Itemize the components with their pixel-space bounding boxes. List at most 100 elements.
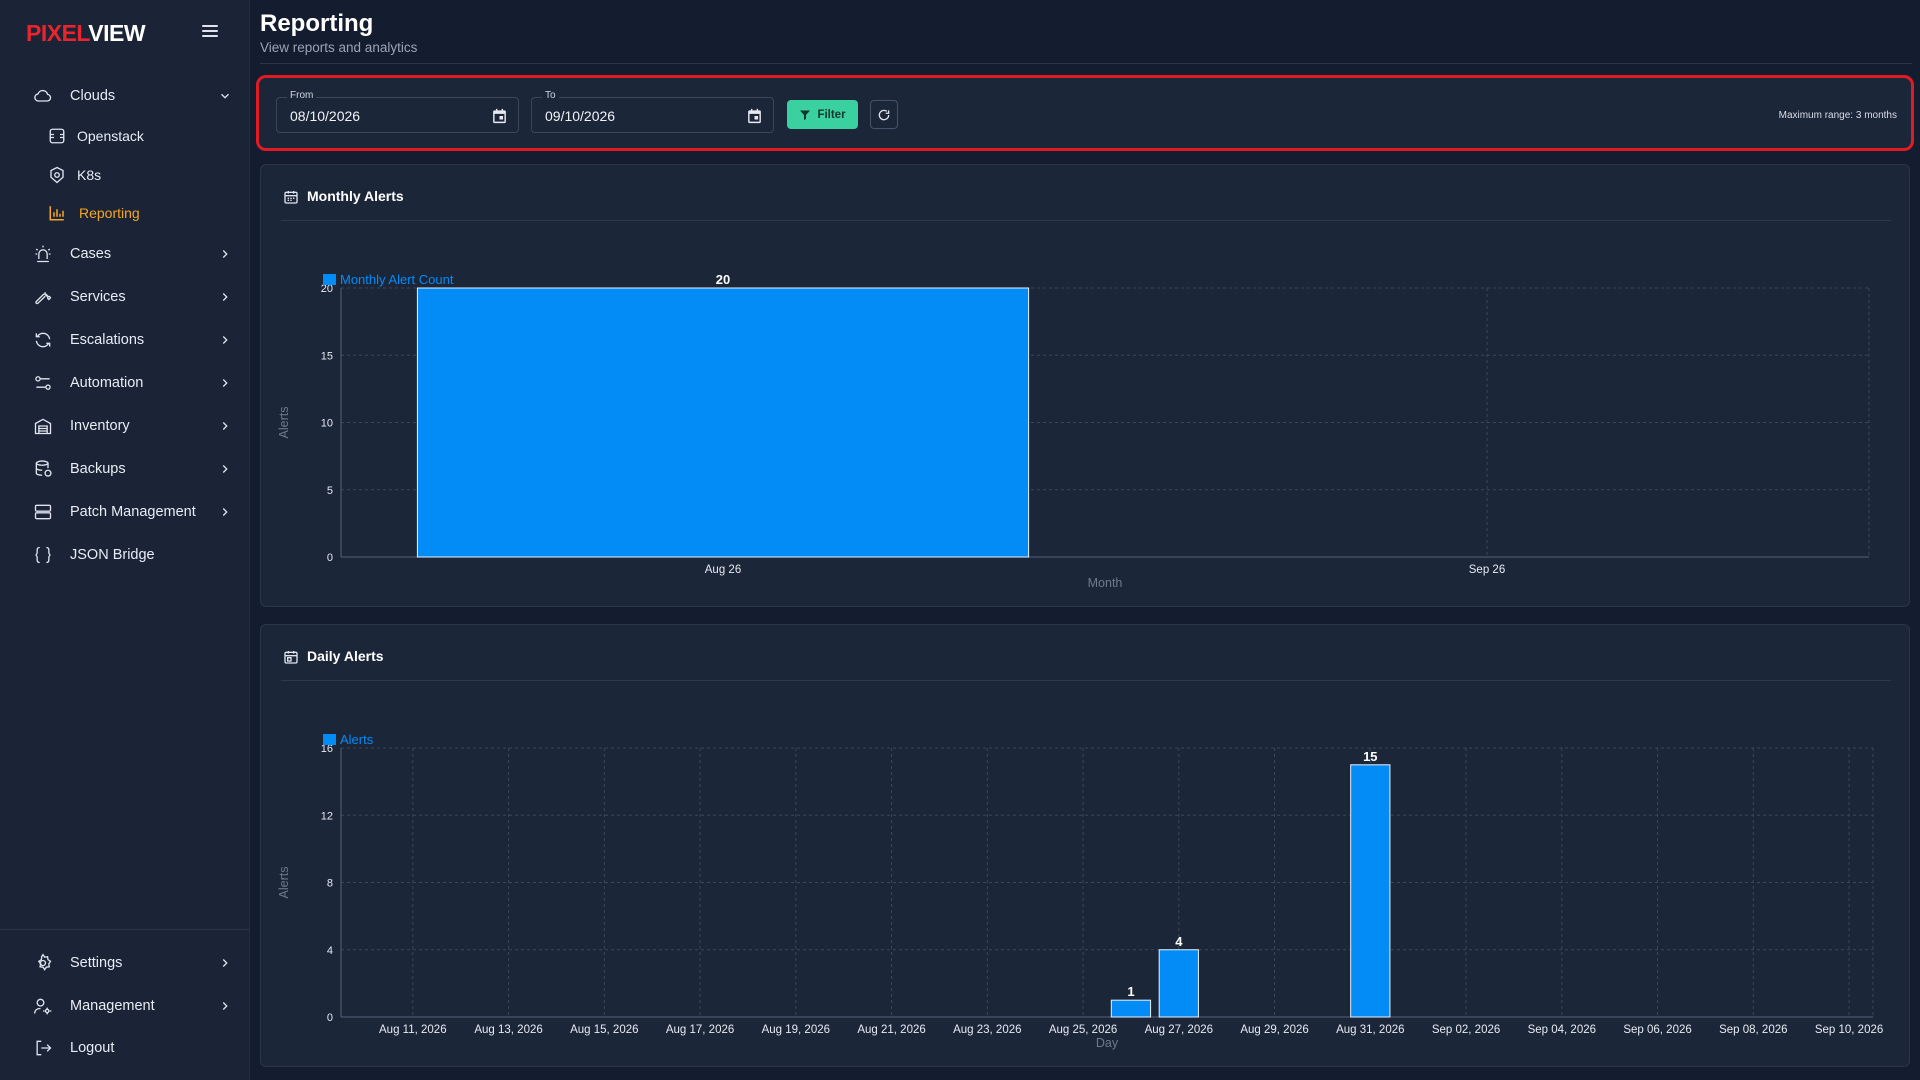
sidebar-item-inventory[interactable]: Inventory [0,406,250,446]
x-tick-label: Aug 11, 2026 [379,1024,447,1036]
sidebar-item-label: Inventory [70,418,130,434]
chevron-right-icon [222,336,228,344]
data-label: 15 [1363,749,1377,764]
x-tick-label: Aug 15, 2026 [570,1024,638,1036]
x-tick-label: Sep 26 [1469,564,1505,576]
sidebar-item-backups[interactable]: Backups [0,449,250,489]
data-label: 4 [1175,934,1183,949]
daily-alerts-card: Daily Alerts 0 4 8 12 16 Aug 11, 2026 Aug 13, … [260,624,1910,1067]
wrench-icon [35,292,52,305]
sidebar-item-clouds[interactable]: Clouds [0,76,250,116]
sidebar-item-label: Escalations [70,332,145,348]
from-date-field[interactable]: From 08/10/2026 [276,90,519,133]
sidebar-item-k8s[interactable]: K8s [0,155,250,195]
chevron-right-icon [222,379,228,387]
sidebar-item-openstack[interactable]: Openstack [0,116,250,156]
brand-logo[interactable]: PIXELVIEW [26,20,146,47]
legend-label: Alerts [340,732,374,747]
x-axis-title: Day [1096,1036,1119,1050]
user-gear-icon [34,998,52,1015]
braces-icon [35,546,51,564]
from-date-value[interactable]: 08/10/2026 [290,108,360,124]
sidebar-item-label: JSON Bridge [70,547,155,563]
server-icon [34,504,52,520]
sidebar-item-patch-management[interactable]: Patch Management [0,492,250,532]
y-axis-title: Alerts [277,407,291,439]
y-tick-label: 0 [327,1012,333,1024]
sidebar-item-services[interactable]: Services [0,277,250,317]
sidebar-item-escalations[interactable]: Escalations [0,320,250,360]
legend-swatch [323,274,336,285]
to-date-value[interactable]: 09/10/2026 [545,108,615,124]
x-tick-label: Aug 23, 2026 [953,1024,1021,1036]
funnel-icon [800,110,811,120]
y-tick-label: 12 [321,810,333,822]
refresh-button[interactable] [870,100,898,129]
sidebar-item-label: Clouds [70,88,116,104]
chevron-right-icon [222,1002,228,1010]
logout-icon [36,1040,52,1056]
sidebar-item-label: Cases [70,246,112,262]
page-subtitle: View reports and analytics [260,40,418,55]
x-tick-label: Aug 29, 2026 [1240,1024,1308,1036]
page-title: Reporting [260,10,374,37]
sidebar-item-logout[interactable]: Logout [0,1028,250,1068]
filter-button[interactable]: Filter [787,100,858,129]
refresh-icon [35,332,51,348]
bar [1350,764,1391,1018]
sidebar-item-settings[interactable]: Settings [0,943,250,983]
sidebar-item-label: K8s [77,167,102,183]
refresh-icon [878,109,890,120]
y-axis-title: Alerts [277,867,291,899]
calendar-icon[interactable] [746,107,763,125]
x-tick-label: Aug 31, 2026 [1336,1024,1404,1036]
y-tick-label: 8 [327,878,333,890]
sidebar-item-json-bridge[interactable]: JSON Bridge [0,535,250,575]
x-tick-label: Aug 26 [705,564,741,576]
monthly-alerts-card: Monthly Alerts 0 5 10 15 20 Aug 26 Sep 26 20 Mon… [260,164,1910,607]
daily-alerts-chart: 0481216Aug 11, 2026 Aug 13, 2026 Aug 15, 2… [277,732,1883,1050]
brand-part1: PIXEL [26,20,89,46]
x-tick-label: Aug 21, 2026 [857,1024,925,1036]
max-range-note: Maximum range: 3 months [1778,110,1897,121]
sidebar-item-label: Backups [70,461,126,477]
sidebar-item-automation[interactable]: Automation [0,363,250,403]
calendar-icon[interactable] [491,107,508,125]
bar-chart-icon [49,206,64,221]
gear-icon [37,953,52,971]
bar [1110,999,1152,1018]
y-tick-label: 4 [327,945,333,957]
sidebar-item-cases[interactable]: Cases [0,234,250,274]
brand-part2: VIEW [88,20,146,46]
chevron-right-icon [222,508,228,516]
data-label: 1 [1127,984,1134,999]
sidebar-item-label: Management [70,998,155,1014]
sidebar-item-management[interactable]: Management [0,986,250,1026]
chevron-down-icon [221,93,229,99]
filter-button-label: Filter [817,108,846,121]
to-date-label: To [542,90,559,101]
cloud-icon [34,89,52,102]
sidebar-item-label: Services [70,289,126,305]
x-tick-label: Sep 02, 2026 [1432,1024,1500,1036]
legend-label: Monthly Alert Count [340,272,454,287]
y-tick-label: 10 [321,418,333,430]
x-tick-label: Sep 06, 2026 [1623,1024,1691,1036]
date-filter-bar: From 08/10/2026 To 09/10/2026 Filter Max… [256,75,1914,151]
chevron-right-icon [222,250,228,258]
to-date-field[interactable]: To 09/10/2026 [531,90,774,133]
sidebar-item-label: Patch Management [70,504,196,520]
hamburger-menu-icon[interactable] [202,25,218,39]
bar [416,287,1030,558]
x-tick-label: Sep 08, 2026 [1719,1024,1787,1036]
chevron-right-icon [222,293,228,301]
kubernetes-icon [50,166,64,184]
sidebar-item-reporting[interactable]: Reporting [0,193,250,233]
siren-icon [35,245,51,263]
y-tick-label: 15 [321,350,333,362]
x-tick-label: Aug 17, 2026 [666,1024,734,1036]
y-tick-label: 5 [327,485,333,497]
sidebar-item-label: Reporting [79,205,140,221]
data-label: 20 [716,272,730,287]
sidebar-item-label: Openstack [77,128,144,144]
